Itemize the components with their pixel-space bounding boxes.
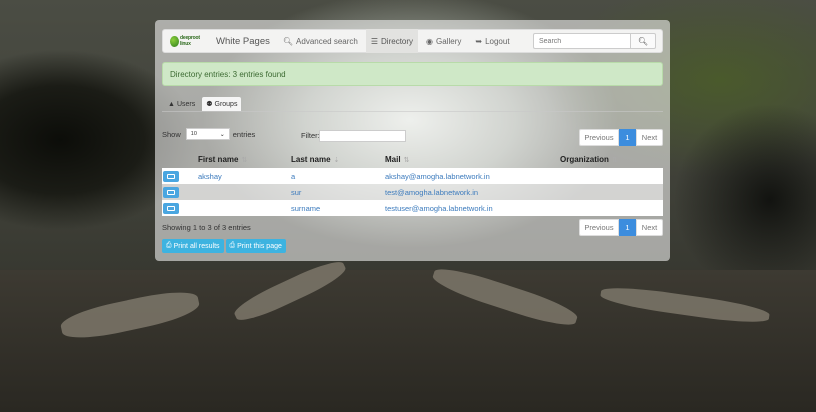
sort-icon: ⇅ [403,157,410,164]
chevron-down-icon: ⌄ [219,131,225,138]
cell-mail[interactable]: akshay@amogha.labnetwork.in [385,168,560,184]
printer-icon: ⎙ [166,242,172,249]
cell-first-name[interactable]: akshay [198,168,291,184]
column-header-action [162,151,198,168]
print-all-button[interactable]: ⎙ Print all results [162,239,224,253]
length-select-value: 10 [190,131,197,137]
nav-advanced-search[interactable]: 🔍︎ Advanced search [283,29,358,53]
cell-last-name[interactable]: surname [291,200,385,216]
pagination-previous[interactable]: Previous [579,129,619,146]
pagination-next[interactable]: Next [636,219,663,236]
table-row[interactable]: surname testuser@amogha.labnetwork.in [162,200,663,216]
print-page-button[interactable]: ⎙ Print this page [225,239,286,253]
print-actions: ⎙ Print all results ⎙ Print this page [162,239,288,253]
sort-icon: ⇅ [241,157,248,164]
sort-icon: ⇅ [611,157,618,164]
view-card-button[interactable] [163,186,179,198]
cell-last-name[interactable]: a [291,168,385,184]
view-card-button[interactable] [163,170,179,182]
brand-logo-text: deeproot linux [180,35,200,47]
print-all-label: Print all results [173,242,220,250]
cell-organization [560,184,663,200]
column-header-first-name-label: First name [198,155,239,164]
background-floor [0,270,816,412]
search-input[interactable] [533,33,630,49]
tab-groups-label: Groups [214,100,238,108]
main-panel: deeproot linux White Pages 🔍︎ Advanced s… [155,20,670,261]
pagination-previous[interactable]: Previous [579,219,619,236]
view-card-button[interactable] [163,202,179,214]
tab-divider [162,111,663,112]
directory-table: First name ⇅ Last name ⇣ Mail ⇅ Organizatio… [162,151,663,216]
table-info: Showing 1 to 3 of 3 entries [162,223,251,232]
entries-label: entries [232,129,256,139]
tab-bar: ▲ Users ⚉ Groups [164,97,242,111]
id-card-icon [167,189,175,195]
pagination-bottom: Previous 1 Next [579,219,663,236]
filter-input[interactable] [319,130,406,142]
brand-title: White Pages [216,35,270,47]
results-alert: Directory entries: 3 entries found [162,62,663,86]
row-action-cell [162,184,198,200]
filter-label: Filter: [301,131,320,140]
nav-advanced-search-label: Advanced search [296,36,358,46]
cell-mail[interactable]: testuser@amogha.labnetwork.in [385,200,560,216]
show-label: Show [162,129,181,139]
search-icon: 🔍︎ [637,36,649,46]
length-select[interactable]: 10 ⌄ [185,128,230,140]
tab-users-label: Users [176,100,196,108]
tab-users[interactable]: ▲ Users [164,97,199,111]
column-header-first-name[interactable]: First name ⇅ [198,151,291,168]
cell-mail[interactable]: test@amogha.labnetwork.in [385,184,560,200]
length-control: Show 10 ⌄ entries [162,128,255,140]
table-row[interactable]: akshay a akshay@amogha.labnetwork.in [162,168,663,184]
nav-logout[interactable]: ➥ Logout [475,29,509,53]
search-button[interactable]: 🔍︎ [630,33,656,49]
list-icon: ☰ [370,36,379,46]
brand[interactable]: deeproot linux White Pages [170,35,270,47]
group-icon: ⚉ [206,101,213,108]
printer-icon: ⎙ [229,242,236,249]
id-card-icon [167,205,175,211]
cell-first-name[interactable] [198,200,291,216]
logout-icon: ➥ [475,36,483,46]
nav-directory-label: Directory [381,36,414,46]
column-header-organization[interactable]: Organization ⇅ [560,151,663,168]
nav-logout-label: Logout [485,36,510,46]
cell-last-name[interactable]: sur [291,184,385,200]
nav-gallery-label: Gallery [436,36,462,46]
pagination-next[interactable]: Next [636,129,663,146]
table-row[interactable]: sur test@amogha.labnetwork.in [162,184,663,200]
cell-organization [560,168,663,184]
search-form: 🔍︎ [533,33,656,49]
navbar: deeproot linux White Pages 🔍︎ Advanced s… [162,29,663,53]
column-header-last-name[interactable]: Last name ⇣ [291,151,385,168]
cell-organization [560,200,663,216]
search-icon: 🔍︎ [282,36,294,46]
id-card-icon [167,173,175,179]
nav-gallery[interactable]: ◉ Gallery [426,29,461,53]
sort-asc-icon: ⇣ [333,157,340,164]
brand-logo: deeproot linux [170,35,206,47]
column-header-mail[interactable]: Mail ⇅ [385,151,560,168]
logo-swirl-icon [170,35,180,47]
column-header-organization-label: Organization [560,155,609,164]
table-header-row: First name ⇅ Last name ⇣ Mail ⇅ Organizatio… [162,151,663,168]
tab-groups[interactable]: ⚉ Groups [202,97,242,111]
cell-first-name[interactable] [198,184,291,200]
column-header-mail-label: Mail [385,155,401,164]
row-action-cell [162,200,198,216]
pagination-page[interactable]: 1 [619,129,636,146]
row-action-cell [162,168,198,184]
column-header-last-name-label: Last name [291,155,331,164]
camera-icon: ◉ [426,36,434,46]
pagination-top: Previous 1 Next [579,129,663,146]
print-page-label: Print this page [237,242,282,250]
nav-directory[interactable]: ☰ Directory [365,29,419,53]
pagination-page[interactable]: 1 [619,219,636,236]
user-icon: ▲ [168,100,175,108]
